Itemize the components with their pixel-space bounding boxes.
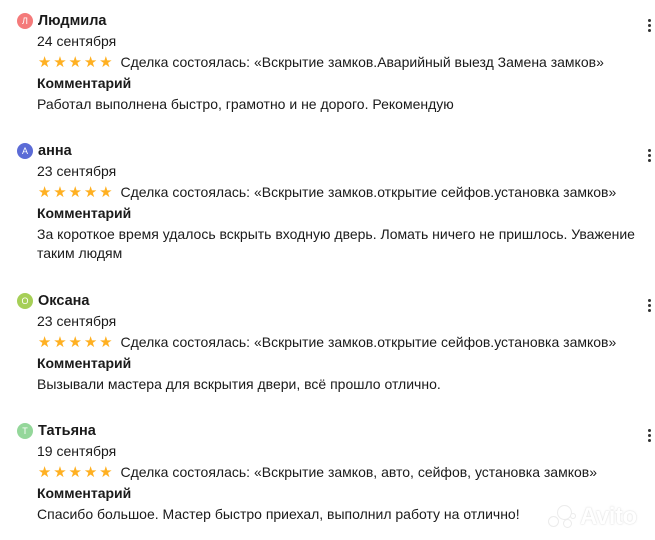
star-icon: ★ (37, 183, 52, 201)
comment-text: За короткое время удалось вскрыть входну… (37, 226, 635, 261)
more-vertical-icon[interactable] (648, 299, 652, 312)
avito-watermark: Avito (548, 503, 637, 531)
star-icon: ★ (83, 53, 98, 71)
deal-text: Сделка состоялась: «Вскрытие замков.откр… (120, 184, 617, 200)
deal-row: ★ ★ ★ ★ ★ Сделка состоялась: «Вскрытие замко… (37, 333, 616, 351)
deal-row: ★ ★ ★ ★ ★ Сделка состоялась: «Вскрытие замко… (37, 183, 616, 201)
rating-stars: ★ ★ ★ ★ ★ (37, 55, 113, 70)
star-icon: ★ (53, 53, 67, 71)
review-header: О Оксана (17, 291, 89, 311)
star-icon: ★ (83, 183, 98, 201)
review-date: 23 сентября (37, 313, 117, 329)
comment-label: Комментарий (37, 75, 132, 91)
watermark-text: Avito (580, 503, 637, 530)
rating-stars: ★ ★ ★ ★ ★ (37, 465, 113, 480)
star-icon: ★ (99, 333, 113, 351)
more-vertical-icon[interactable] (648, 149, 652, 162)
reviewer-name[interactable]: анна (38, 143, 72, 159)
deal-text: Сделка состоялась: «Вскрытие замков, авт… (120, 464, 598, 480)
rating-stars: ★ ★ ★ ★ ★ (37, 335, 113, 350)
star-icon: ★ (53, 333, 67, 351)
star-icon: ★ (99, 463, 113, 481)
comment-text: Вызывали мастера для вскрытия двери, всё… (37, 376, 441, 392)
review-date: 23 сентября (37, 163, 117, 179)
avatar[interactable]: Т (17, 423, 33, 439)
review-date: 24 сентября (37, 33, 117, 49)
avatar[interactable]: А (17, 143, 33, 159)
deal-row: ★ ★ ★ ★ ★ Сделка состоялась: «Вскрытие замко… (37, 463, 597, 481)
star-icon: ★ (68, 463, 82, 481)
star-icon: ★ (83, 463, 98, 481)
more-vertical-icon[interactable] (648, 19, 652, 32)
reviewer-name[interactable]: Оксана (38, 293, 89, 309)
avatar[interactable]: Л (17, 13, 33, 29)
star-icon: ★ (37, 463, 52, 481)
star-icon: ★ (37, 333, 52, 351)
review-header: Л Людмила (17, 11, 107, 31)
star-icon: ★ (83, 333, 98, 351)
avito-logo-icon (548, 504, 576, 530)
avatar[interactable]: О (17, 293, 33, 309)
star-icon: ★ (99, 53, 113, 71)
comment-label: Комментарий (37, 355, 132, 371)
deal-text: Сделка состоялась: «Вскрытие замков.откр… (120, 334, 617, 350)
comment-label: Комментарий (37, 485, 132, 501)
review-date: 19 сентября (37, 443, 117, 459)
star-icon: ★ (37, 53, 52, 71)
star-icon: ★ (68, 333, 82, 351)
deal-text: Сделка состоялась: «Вскрытие замков.Авар… (120, 54, 604, 70)
star-icon: ★ (68, 183, 82, 201)
review-header: А анна (17, 141, 72, 161)
reviewer-name[interactable]: Людмила (38, 13, 107, 29)
star-icon: ★ (53, 463, 67, 481)
more-vertical-icon[interactable] (648, 429, 652, 442)
rating-stars: ★ ★ ★ ★ ★ (37, 185, 113, 200)
review-header: Т Татьяна (17, 421, 96, 441)
star-icon: ★ (53, 183, 67, 201)
star-icon: ★ (68, 53, 82, 71)
comment-label: Комментарий (37, 205, 132, 221)
star-icon: ★ (99, 183, 113, 201)
deal-row: ★ ★ ★ ★ ★ Сделка состоялась: «Вскрытие замко… (37, 53, 604, 71)
reviewer-name[interactable]: Татьяна (38, 423, 96, 439)
comment-text: Работал выполнена быстро, грамотно и не … (37, 96, 454, 112)
